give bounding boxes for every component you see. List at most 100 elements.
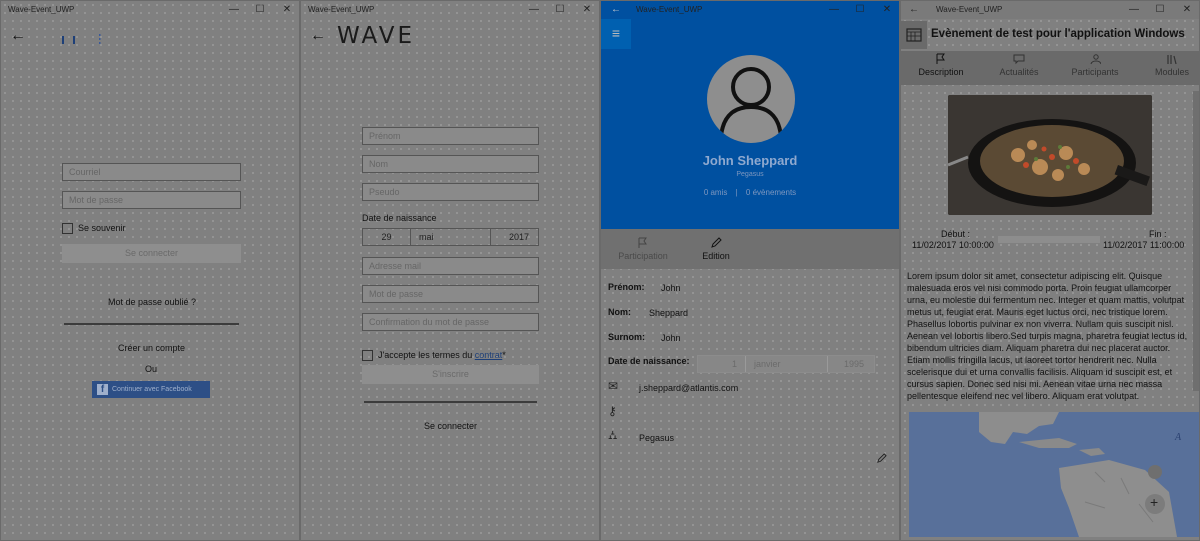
calendar-icon — [901, 21, 927, 49]
divider — [64, 323, 239, 325]
start-value: 11/02/2017 10:00:00 — [912, 240, 994, 250]
profile-tabs: Participation Edition — [601, 229, 899, 269]
flag-icon — [936, 53, 945, 64]
tab-modules-label: Modules — [1154, 67, 1190, 77]
mail-icon: ✉ — [608, 379, 619, 393]
user-icon — [719, 67, 783, 138]
back-arrow-icon[interactable]: ← — [609, 4, 623, 16]
create-account-link[interactable]: Créer un compte — [118, 343, 185, 353]
or-text: Ou — [145, 364, 158, 374]
avatar — [707, 55, 795, 143]
title-bar: Wave-Event_UWP — ☐ ✕ — [1, 1, 299, 19]
nickname-field[interactable]: Pseudo — [362, 183, 539, 201]
close-button[interactable]: ✕ — [580, 4, 594, 16]
password-field[interactable]: Mot de passe — [362, 285, 539, 303]
books-icon — [1167, 55, 1177, 65]
terms-asterisk: * — [502, 350, 506, 360]
firstname-label: Prénom: — [608, 282, 645, 292]
tab-participants[interactable]: Participants — [1065, 53, 1125, 77]
people-icon — [1090, 54, 1102, 65]
event-progress-bar — [998, 236, 1100, 243]
email-field[interactable]: Adresse mail — [362, 257, 539, 275]
scrollbar[interactable] — [1193, 91, 1199, 391]
minimize-button[interactable]: — — [227, 4, 241, 16]
back-arrow-icon[interactable]: ← — [310, 28, 326, 44]
forgot-password-link[interactable]: Mot de passe oublié ? — [108, 297, 196, 307]
edit-pencil-icon[interactable] — [876, 453, 887, 464]
tab-actualites[interactable]: Actualités — [991, 53, 1047, 77]
maximize-button[interactable]: ☐ — [553, 4, 567, 16]
window-title: Wave-Event_UWP — [308, 5, 375, 14]
event-window: ← Wave-Event_UWP — ☐ ✕ Evènement de test… — [900, 0, 1200, 541]
window-title: Wave-Event_UWP — [936, 5, 1003, 14]
profile-name: John Sheppard — [702, 153, 798, 168]
tab-description[interactable]: Description — [913, 53, 969, 77]
lastname-field[interactable]: Nom — [362, 155, 539, 173]
birth-month: janvier — [746, 356, 828, 372]
minimize-button[interactable]: — — [527, 4, 541, 16]
title-bar: Wave-Event_UWP — ☐ ✕ — [301, 1, 599, 19]
profile-header: ≡ John Sheppard Pegasus 0 amis | 0 évène… — [601, 19, 899, 229]
firstname-field[interactable]: Prénom — [362, 127, 539, 145]
key-icon: ⚷ — [608, 404, 617, 418]
email-value: j.sheppard@atlantis.com — [639, 383, 739, 393]
wave-logo-icon — [62, 34, 101, 44]
maximize-button[interactable]: ☐ — [853, 4, 867, 16]
facebook-button[interactable]: f Continuer avec Facebook — [92, 381, 210, 398]
chat-icon — [1013, 54, 1025, 65]
back-arrow-icon[interactable]: ← — [10, 28, 26, 44]
tab-description-label: Description — [918, 67, 964, 77]
tab-edition[interactable]: Edition — [693, 237, 739, 261]
event-title: Evènement de test pour l'application Win… — [931, 28, 1185, 40]
minimize-button[interactable]: — — [827, 4, 841, 16]
minimize-button[interactable]: — — [1127, 4, 1141, 16]
tab-participation-label: Participation — [618, 251, 668, 261]
profile-stats: 0 amis | 0 évènements — [601, 188, 899, 197]
maximize-button[interactable]: ☐ — [253, 4, 267, 16]
birth-month: mai — [411, 229, 491, 245]
register-window: Wave-Event_UWP — ☐ ✕ ← WAVE Prénom Nom P… — [300, 0, 600, 541]
nickname-value: John — [661, 333, 681, 343]
events-count[interactable]: 0 évènements — [746, 188, 796, 197]
close-button[interactable]: ✕ — [880, 4, 894, 16]
birthdate-picker[interactable]: 29 mai 2017 — [362, 228, 539, 246]
tab-participation[interactable]: Participation — [613, 237, 673, 261]
confirm-password-field[interactable]: Confirmation du mot de passe — [362, 313, 539, 331]
wave-logo: WAVE — [337, 23, 416, 49]
flag-icon — [638, 237, 647, 248]
window-title: Wave-Event_UWP — [8, 5, 75, 14]
terms-link[interactable]: contrat — [475, 350, 503, 360]
start-label: Début : — [941, 229, 971, 239]
register-button[interactable]: S'inscrire — [362, 365, 539, 384]
birthdate-label: Date de naissance — [362, 213, 437, 223]
nickname-label: Surnom: — [608, 332, 645, 342]
birth-day: 29 — [363, 229, 411, 245]
birth-year: 2017 — [508, 232, 529, 242]
lastname-value: Sheppard — [649, 308, 689, 318]
profile-window: Wave-Event_UWP ← — ☐ ✕ ≡ John Sheppard P… — [600, 0, 900, 541]
divider — [364, 401, 537, 403]
group-icon: ⛼ — [608, 428, 618, 442]
stats-separator: | — [735, 188, 738, 197]
event-image — [948, 95, 1152, 215]
hamburger-menu-icon[interactable]: ≡ — [601, 19, 631, 49]
map-zoom-in-button[interactable]: + — [1150, 494, 1158, 510]
email-field[interactable]: Courriel — [62, 163, 241, 181]
tab-modules[interactable]: Modules — [1147, 53, 1197, 77]
terms-checkbox[interactable] — [362, 350, 373, 361]
password-field[interactable]: Mot de passe — [62, 191, 241, 209]
svg-text:A: A — [1174, 432, 1182, 443]
connect-button[interactable]: Se connecter — [62, 244, 241, 263]
maximize-button[interactable]: ☐ — [1153, 4, 1167, 16]
terms-label: J'accepte les termes du contrat* — [378, 350, 506, 360]
friends-count[interactable]: 0 amis — [704, 188, 728, 197]
back-arrow-icon[interactable]: ← — [907, 4, 921, 16]
birthdate-picker[interactable]: 1 janvier 1995 — [697, 355, 875, 373]
login-link[interactable]: Se connecter — [424, 421, 477, 431]
close-button[interactable]: ✕ — [1180, 4, 1194, 16]
firstname-value: John — [661, 283, 681, 293]
event-map[interactable]: A + — [909, 412, 1199, 537]
remember-checkbox[interactable] — [62, 223, 73, 234]
close-button[interactable]: ✕ — [280, 4, 294, 16]
pencil-icon — [711, 237, 722, 248]
